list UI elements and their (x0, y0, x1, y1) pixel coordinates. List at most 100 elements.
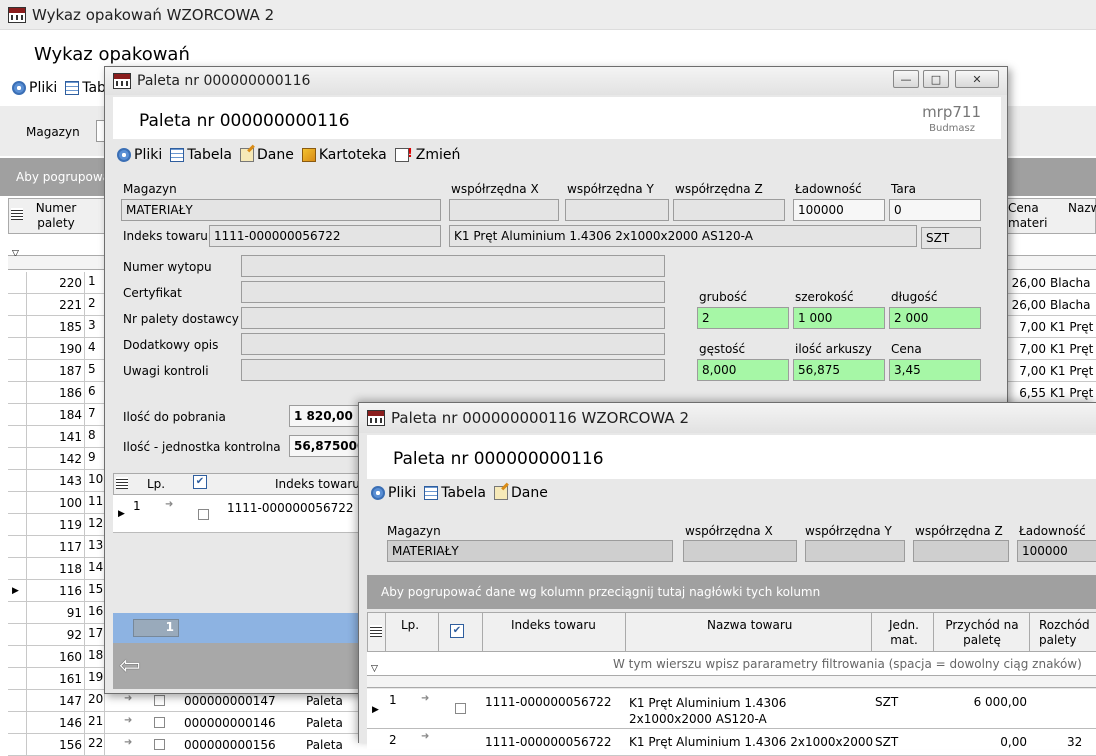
paleta-tabela-button[interactable]: Tabela (170, 147, 232, 163)
grid-line (26, 492, 27, 514)
row-numer-palety: 100 (59, 496, 82, 510)
back-arrow-icon[interactable]: ⇦ (119, 651, 141, 681)
wz-table-row[interactable]: ▶ 1 ➜ 1111-000000056722 K1 Pręt Aluminiu… (367, 689, 1096, 729)
row-checkbox[interactable] (154, 695, 165, 706)
row-checkbox[interactable] (154, 717, 165, 728)
main-col-cena[interactable]: Cena materiału (1008, 201, 1048, 231)
wz-row2-nazwa: K1 Pręt Aluminium 1.4306 2x1000x2000 (629, 735, 874, 749)
app-icon (113, 73, 131, 89)
minimize-button[interactable]: — (893, 70, 919, 88)
row-numer-palety: 187 (59, 364, 82, 378)
row-checkbox[interactable] (455, 703, 466, 714)
wz-col-lp[interactable]: Lp. (401, 618, 419, 632)
field-indeks[interactable]: 1111-000000056722 (209, 225, 441, 247)
field-jm[interactable]: SZT (921, 227, 981, 249)
label-ilosc-jk: Ilość - jednostka kontrolna (123, 440, 281, 454)
wz-pliki-button[interactable]: Pliki (371, 485, 416, 501)
wz-col-jedn[interactable]: Jedn. mat. (879, 618, 929, 648)
row-typ: Paleta (306, 716, 343, 730)
grid-line (84, 448, 85, 470)
row-lp: 16 (88, 604, 104, 618)
wz-col-rozchod[interactable]: Rozchód palety (1039, 618, 1096, 648)
paleta-wzorcowa-title: Paleta nr 000000000116 WZORCOWA 2 (391, 409, 689, 427)
label-dlugosc: długość (891, 290, 938, 304)
maximize-button[interactable]: □ (923, 70, 949, 88)
field-wspz[interactable] (673, 199, 785, 221)
field-gestosc[interactable]: 8,000 (697, 359, 789, 381)
field-ilosc-arkuszy[interactable]: 56,875 (793, 359, 885, 381)
field-wspy[interactable] (565, 199, 669, 221)
field-ladownosc[interactable]: 100000 (793, 199, 885, 221)
grid-line (26, 360, 27, 382)
paleta-pliki-button[interactable]: Pliki (117, 147, 162, 163)
row-numer-palety: 147 (59, 694, 82, 708)
grid-line (84, 668, 85, 690)
label-magazyn: Magazyn (123, 182, 177, 196)
row-checkbox[interactable] (198, 509, 209, 520)
grid-line (26, 690, 27, 712)
column-chooser-icon[interactable] (11, 208, 23, 220)
field-dodatkowy-opis[interactable] (241, 333, 665, 355)
column-chooser-icon[interactable] (116, 477, 128, 489)
label-numer-wytopu: Numer wytopu (123, 260, 212, 274)
paleta-col-indeks[interactable]: Indeks towaru (275, 477, 360, 491)
main-pliki-button[interactable]: Pliki (12, 80, 57, 96)
field-nr-palety-dostawcy[interactable] (241, 307, 665, 329)
select-all-checkbox-icon[interactable]: ✔ (193, 475, 207, 489)
wz-col-nazwa[interactable]: Nazwa towaru (707, 618, 792, 632)
field-wspx[interactable] (449, 199, 559, 221)
grid-line (84, 360, 85, 382)
main-col-numer-palety[interactable]: Numer palety (28, 201, 84, 231)
field-certyfikat[interactable] (241, 281, 665, 303)
field-tara[interactable]: 0 (889, 199, 981, 221)
wz-field-wspz[interactable] (913, 540, 1009, 562)
wz-field-wspy[interactable] (805, 540, 905, 562)
wz-row1-indeks: 1111-000000056722 (485, 695, 612, 709)
wz-select-all-checkbox-icon[interactable]: ✔ (450, 624, 464, 638)
row-numer-palety: 190 (59, 342, 82, 356)
wz-table-row[interactable]: 2 ➜ 1111-000000056722 K1 Pręt Aluminium … (367, 729, 1096, 749)
field-cena[interactable]: 3,45 (889, 359, 981, 381)
paleta-kartoteka-button[interactable]: Kartoteka (301, 147, 387, 163)
wz-field-ladownosc[interactable]: 100000 (1017, 540, 1096, 562)
field-nazwa-towaru[interactable]: K1 Pręt Aluminium 1.4306 2x1000x2000 AS1… (449, 225, 917, 247)
row-numer-palety: 118 (59, 562, 82, 576)
wz-field-magazyn[interactable]: MATERIAŁY (387, 540, 673, 562)
close-button[interactable]: ✕ (955, 70, 999, 88)
wz-toolbar: Pliki Tabela Dane (371, 485, 556, 501)
field-magazyn[interactable]: MATERIAŁY (121, 199, 441, 221)
wz-tabela-button[interactable]: Tabela (424, 485, 486, 501)
field-numer-wytopu[interactable] (241, 255, 665, 277)
grid-line (26, 624, 27, 646)
wz-filter-row[interactable]: ▽ W tym wierszu wpisz pararametry filtro… (367, 652, 1096, 676)
dane-icon (240, 148, 255, 162)
row-arrow-icon: ➜ (421, 731, 430, 742)
field-szerokosc[interactable]: 1 000 (793, 307, 885, 329)
column-chooser-icon[interactable] (370, 625, 382, 637)
row-numer-palety: 161 (59, 672, 82, 686)
row-nazwa: Blacha (1050, 298, 1091, 312)
paleta-col-lp[interactable]: Lp. (147, 477, 165, 491)
row-nazwa: Blacha (1050, 276, 1091, 290)
wz-dane-button[interactable]: Dane (494, 485, 548, 501)
row-lp: 4 (88, 340, 96, 354)
label-wspx: współrzędna X (451, 182, 539, 196)
grid-line (26, 316, 27, 338)
row-lp: 13 (88, 538, 104, 552)
wz-row2-rozchod: 32 (1067, 735, 1083, 749)
wz-field-wspx[interactable] (683, 540, 797, 562)
wz-col-indeks[interactable]: Indeks towaru (511, 618, 596, 632)
grid-line (26, 382, 27, 404)
row-nazwa: K1 Pręt (1050, 342, 1094, 356)
main-col-nazwa[interactable]: Nazwa (1068, 201, 1096, 215)
field-uwagi-kontroli[interactable] (241, 359, 665, 381)
field-grubosc[interactable]: 2 (697, 307, 789, 329)
row-arrow-icon: ➜ (124, 715, 133, 726)
wz-col-przychod[interactable]: Przychód na paletę (937, 618, 1027, 648)
paleta-dane-button[interactable]: Dane (240, 147, 294, 163)
paleta-zmien-button[interactable]: Zmień (394, 146, 460, 163)
row-lp: 9 (88, 450, 96, 464)
field-dlugosc[interactable]: 2 000 (889, 307, 981, 329)
grid-line (26, 448, 27, 470)
row-checkbox[interactable] (154, 739, 165, 750)
